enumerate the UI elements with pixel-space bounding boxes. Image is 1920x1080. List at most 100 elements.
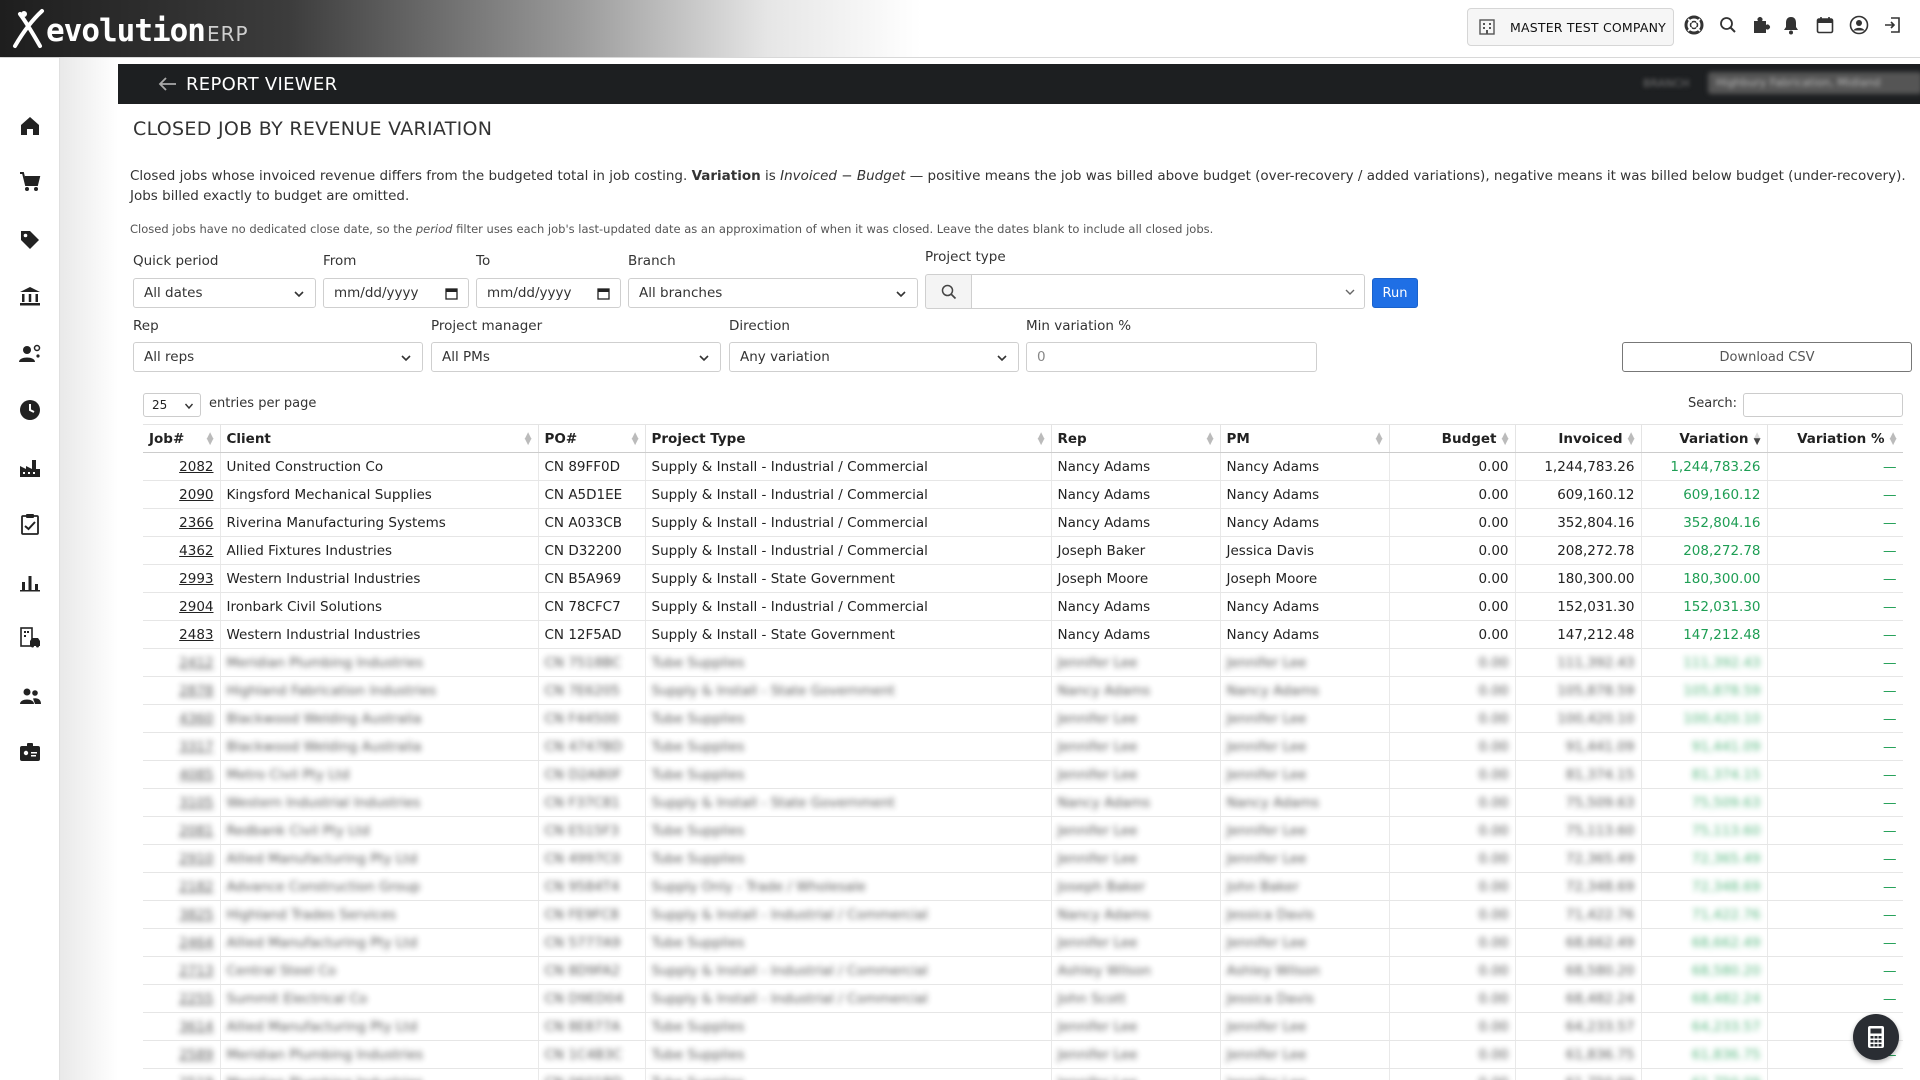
table-row[interactable]: 2412 Meridian Plumbing Industries CN 7518B…	[143, 648, 1903, 677]
download-csv-button[interactable]: Download CSV	[1622, 342, 1912, 372]
run-button[interactable]: Run	[1372, 278, 1418, 308]
job-link[interactable]: 2878	[179, 683, 213, 699]
cell-job-number[interactable]: 2090	[143, 480, 221, 509]
table-row[interactable]: 2993 Western Industrial Industries CN B5A9…	[143, 564, 1903, 593]
job-link[interactable]: 2412	[179, 655, 213, 671]
job-link[interactable]: 2182	[179, 879, 213, 895]
factory-icon[interactable]	[0, 448, 60, 488]
quick-period-select[interactable]: All dates	[133, 278, 316, 308]
sort-icon[interactable]: ▲ ▼	[207, 432, 214, 447]
job-link[interactable]: 2081	[179, 823, 213, 839]
th-pm-header[interactable]: PM ▲ ▼	[1220, 424, 1390, 453]
checklist-icon[interactable]	[0, 504, 60, 544]
bar-chart-icon[interactable]	[0, 562, 60, 602]
cell-job-number[interactable]: 4360	[143, 704, 221, 733]
calculator-button[interactable]	[1853, 1014, 1899, 1060]
job-link[interactable]: 2464	[179, 935, 213, 951]
table-row[interactable]: 2904 Ironbark Civil Solutions CN 78CFC7 Sup…	[143, 592, 1903, 621]
table-row[interactable]: 2878 Highland Fabrication Industries CN 7E…	[143, 676, 1903, 705]
pm-select[interactable]: All PMs	[431, 342, 721, 372]
job-link[interactable]: 2082	[179, 459, 213, 475]
calendar-icon[interactable]	[445, 287, 458, 300]
job-link[interactable]: 3105	[179, 795, 213, 811]
job-link[interactable]: 2713	[179, 963, 213, 979]
user-gear-icon[interactable]	[0, 334, 60, 374]
cell-job-number[interactable]: 2412	[143, 648, 221, 677]
support-icon[interactable]	[1683, 14, 1705, 36]
th-rep-header[interactable]: Rep ▲ ▼	[1051, 424, 1221, 453]
th-budget-header[interactable]: Budget ▲ ▼	[1389, 424, 1516, 453]
cell-job-number[interactable]: 2464	[143, 928, 221, 957]
clock-icon[interactable]	[0, 390, 60, 430]
job-link[interactable]: 2519	[179, 1075, 213, 1080]
th-variation-header[interactable]: Variation ▲ ▼	[1641, 424, 1768, 453]
table-row[interactable]: 2589 Meridian Plumbing Industries CN 1C4B3…	[143, 1040, 1903, 1069]
cell-job-number[interactable]: 3614	[143, 1012, 221, 1041]
sort-icon[interactable]: ▲ ▼	[632, 432, 639, 447]
home-icon[interactable]	[0, 106, 60, 146]
th-variation-pct-header[interactable]: Variation % ▲ ▼	[1767, 424, 1903, 453]
table-row[interactable]: 2910 Allied Manufacturing Pty Ltd CN 4997C…	[143, 844, 1903, 873]
cell-job-number[interactable]: 2993	[143, 564, 221, 593]
cell-job-number[interactable]: 2519	[143, 1068, 221, 1080]
cell-job-number[interactable]: 3825	[143, 900, 221, 929]
job-link[interactable]: 4362	[179, 543, 213, 559]
cell-job-number[interactable]: 2878	[143, 676, 221, 705]
th-po-header[interactable]: PO# ▲ ▼	[538, 424, 646, 453]
puzzle-icon[interactable]	[1750, 14, 1772, 36]
table-row[interactable]: 3825 Highland Trades Services CN FE9FC8 Sup…	[143, 900, 1903, 929]
table-row[interactable]: 2182 Advance Construction Group CN 9584T4 S…	[143, 872, 1903, 901]
calendar-icon[interactable]	[597, 287, 610, 300]
sort-icon[interactable]: ▲ ▼	[1628, 432, 1635, 447]
cart-icon[interactable]	[0, 162, 60, 202]
th-project-type-header[interactable]: Project Type ▲ ▼	[645, 424, 1052, 453]
sort-icon[interactable]: ▲ ▼	[1038, 432, 1045, 447]
sort-icon[interactable]: ▲ ▼	[1754, 432, 1761, 447]
table-row[interactable]: 4360 Blackwood Welding Australia CN F44500…	[143, 704, 1903, 733]
table-row[interactable]: 2366 Riverina Manufacturing Systems CN A03…	[143, 508, 1903, 537]
sort-icon[interactable]: ▲ ▼	[1376, 432, 1383, 447]
cell-job-number[interactable]: 2366	[143, 508, 221, 537]
back-arrow-icon[interactable]	[158, 74, 178, 94]
from-date-input[interactable]: mm/dd/yyyy	[323, 278, 469, 308]
th-job-header[interactable]: Job# ▲ ▼	[143, 424, 221, 453]
cell-job-number[interactable]: 2082	[143, 452, 221, 481]
project-type-search-button[interactable]	[925, 274, 971, 309]
direction-select[interactable]: Any variation	[729, 342, 1019, 372]
sort-icon[interactable]: ▲ ▼	[1890, 432, 1897, 447]
search-icon[interactable]	[1717, 14, 1739, 36]
job-link[interactable]: 3825	[179, 907, 213, 923]
cell-job-number[interactable]: 2713	[143, 956, 221, 985]
cell-job-number[interactable]: 2483	[143, 620, 221, 649]
table-row[interactable]: 2081 Redbank Civil Pty Ltd CN E515F3 Tube S…	[143, 816, 1903, 845]
table-search-input[interactable]	[1743, 393, 1903, 417]
cell-job-number[interactable]: 2589	[143, 1040, 221, 1069]
job-link[interactable]: 2910	[179, 851, 213, 867]
job-link[interactable]: 2904	[179, 599, 213, 615]
sort-icon[interactable]: ▲ ▼	[525, 432, 532, 447]
table-row[interactable]: 3105 Western Industrial Industries CN F37C…	[143, 788, 1903, 817]
table-row[interactable]: 4085 Metro Civil Pty Ltd CN D2A80F Tube Sup…	[143, 760, 1903, 789]
table-row[interactable]: 2082 United Construction Co CN 89FF0D Suppl…	[143, 452, 1903, 481]
job-link[interactable]: 2366	[179, 515, 213, 531]
tag-icon[interactable]	[0, 220, 60, 260]
cell-job-number[interactable]: 4362	[143, 536, 221, 565]
job-link[interactable]: 3317	[179, 739, 213, 755]
job-link[interactable]: 2255	[179, 991, 213, 1007]
table-row[interactable]: 2713 Central Steel Co CN 8D9FA2 Supply & In…	[143, 956, 1903, 985]
job-link[interactable]: 2090	[179, 487, 213, 503]
user-icon[interactable]	[1848, 14, 1870, 36]
cell-job-number[interactable]: 2255	[143, 984, 221, 1013]
job-link[interactable]: 2589	[179, 1047, 213, 1063]
bell-icon[interactable]	[1780, 14, 1802, 36]
cell-job-number[interactable]: 2081	[143, 816, 221, 845]
branch-filter-select[interactable]: All branches	[628, 278, 918, 308]
company-selector[interactable]: MASTER TEST COMPANY	[1467, 8, 1674, 46]
table-row[interactable]: 2464 Allied Manufacturing Pty Ltd CN 5777A…	[143, 928, 1903, 957]
cell-job-number[interactable]: 4085	[143, 760, 221, 789]
logo[interactable]: evolution ERP	[12, 6, 249, 50]
users-icon[interactable]	[0, 676, 60, 716]
rep-select[interactable]: All reps	[133, 342, 423, 372]
job-link[interactable]: 2483	[179, 627, 213, 643]
min-variation-input[interactable]: 0	[1026, 342, 1317, 372]
